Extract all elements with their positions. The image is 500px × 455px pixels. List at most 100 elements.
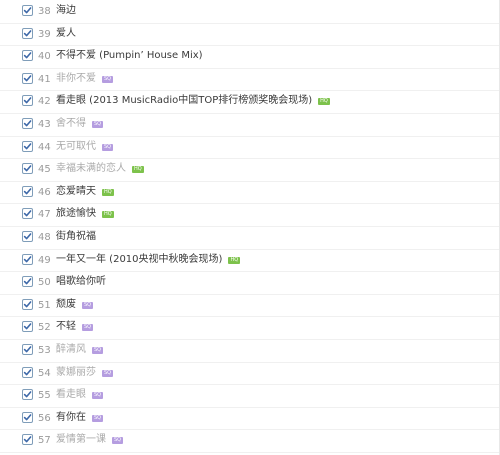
song-title[interactable]: 舍不得 SQ (56, 117, 104, 131)
song-row[interactable]: 38 海边 (0, 1, 499, 24)
song-row[interactable]: 50 唱歌给你听 (0, 272, 499, 295)
track-number: 47 (38, 209, 51, 221)
check-mark-icon (23, 346, 32, 353)
song-row[interactable]: 42 看走眼 (2013 MusicRadio中国TOP排行榜颁奖晚会现场) HQ (0, 91, 499, 114)
song-checkbox[interactable] (22, 72, 33, 84)
song-checkbox[interactable] (22, 276, 33, 288)
song-title-text: 幸福未满的恋人 (56, 163, 126, 175)
song-checkbox[interactable] (22, 163, 33, 175)
song-title[interactable]: 街角祝福 (56, 230, 96, 244)
track-number: 41 (38, 73, 51, 85)
song-checkbox[interactable] (22, 298, 33, 310)
song-checkbox[interactable] (22, 5, 33, 16)
song-title[interactable]: 不轻 SQ (56, 320, 94, 334)
song-checkbox[interactable] (22, 95, 33, 107)
check-mark-icon (23, 278, 32, 285)
song-checkbox[interactable] (22, 321, 33, 333)
check-mark-icon (23, 323, 32, 330)
song-title-text: 海边 (56, 5, 76, 16)
track-number: 42 (38, 96, 51, 108)
check-mark-icon (23, 368, 32, 375)
song-row[interactable]: 41 非你不爱 SQ (0, 69, 499, 92)
song-title-text: 唱歌给你听 (56, 276, 106, 288)
song-title[interactable]: 不得不爱 (Pumpin’ House Mix) (56, 49, 203, 63)
song-checkbox[interactable] (22, 389, 33, 401)
track-number: 49 (38, 254, 51, 266)
song-row[interactable]: 51 颓废 SQ (0, 295, 499, 318)
song-title-text: 非你不爱 (56, 72, 96, 84)
sq-quality-badge: SQ (102, 369, 114, 377)
song-title-text: 恋爱晴天 (56, 185, 96, 197)
song-title[interactable]: 爱人 (56, 27, 76, 41)
song-row[interactable]: 49 一年又一年 (2010央视中秋晚会现场) HQ (0, 250, 499, 273)
sq-quality-badge: SQ (82, 324, 94, 332)
check-mark-icon (23, 210, 32, 217)
song-title[interactable]: 爱情第一课 SQ (56, 433, 124, 447)
song-title[interactable]: 无可取代 SQ (56, 140, 114, 154)
song-row[interactable]: 43 舍不得 SQ (0, 114, 499, 137)
song-title[interactable]: 蒙娜丽莎 SQ (56, 366, 114, 380)
track-number: 53 (38, 345, 51, 356)
track-number: 50 (38, 277, 51, 289)
song-list: 38 海边 39 爱人 40 不得不爱 (Pumpin’ House Mix) 41 非你不爱… (0, 0, 500, 455)
track-number: 52 (38, 322, 51, 334)
song-row[interactable]: 57 爱情第一课 SQ (0, 430, 499, 453)
song-title-text: 旅途愉快 (56, 208, 96, 220)
track-number: 48 (38, 232, 51, 243)
song-row[interactable]: 56 有你在 SQ (0, 408, 499, 431)
check-mark-icon (23, 165, 32, 172)
song-checkbox[interactable] (22, 231, 33, 242)
check-mark-icon (23, 120, 32, 127)
song-title-text: 无可取代 (56, 140, 96, 152)
song-title-text: 蒙娜丽莎 (56, 366, 96, 378)
song-row[interactable]: 53 醉清风 SQ (0, 340, 499, 363)
check-mark-icon (23, 391, 32, 398)
song-row[interactable]: 46 恋爱晴天 HQ (0, 182, 499, 205)
song-checkbox[interactable] (22, 344, 33, 355)
hq-quality-badge: HQ (318, 98, 330, 106)
song-checkbox[interactable] (22, 185, 33, 197)
song-title[interactable]: 一年又一年 (2010央视中秋晚会现场) HQ (56, 253, 241, 267)
song-title[interactable]: 看走眼 (2013 MusicRadio中国TOP排行榜颁奖晚会现场) HQ (56, 94, 330, 108)
check-mark-icon (23, 97, 32, 104)
song-title[interactable]: 看走眼 SQ (56, 388, 104, 402)
hq-quality-badge: HQ (102, 188, 114, 196)
track-number: 43 (38, 119, 51, 130)
song-checkbox[interactable] (22, 118, 33, 129)
song-checkbox[interactable] (22, 208, 33, 220)
song-row[interactable]: 54 蒙娜丽莎 SQ (0, 363, 499, 386)
song-title[interactable]: 幸福未满的恋人 HQ (56, 162, 144, 176)
track-number: 56 (38, 412, 51, 424)
song-row[interactable]: 40 不得不爱 (Pumpin’ House Mix) (0, 46, 499, 69)
song-title[interactable]: 旅途愉快 HQ (56, 207, 114, 221)
song-checkbox[interactable] (22, 411, 33, 423)
song-title-text: 有你在 (56, 411, 86, 423)
song-title[interactable]: 恋爱晴天 HQ (56, 185, 114, 199)
song-title[interactable]: 有你在 SQ (56, 411, 104, 425)
song-checkbox[interactable] (22, 140, 33, 152)
song-title-text: 看走眼 (56, 389, 86, 401)
song-row[interactable]: 44 无可取代 SQ (0, 137, 499, 160)
song-checkbox[interactable] (22, 27, 33, 39)
song-title[interactable]: 唱歌给你听 (56, 275, 106, 289)
song-checkbox[interactable] (22, 50, 33, 62)
song-title[interactable]: 醉清风 SQ (56, 343, 104, 357)
song-checkbox[interactable] (22, 253, 33, 265)
song-title[interactable]: 海边 (56, 4, 76, 18)
song-row[interactable]: 45 幸福未满的恋人 HQ (0, 159, 499, 182)
check-mark-icon (23, 233, 32, 240)
song-checkbox[interactable] (22, 366, 33, 378)
track-number: 44 (38, 141, 51, 153)
song-title[interactable]: 非你不爱 SQ (56, 72, 114, 86)
song-row[interactable]: 47 旅途愉快 HQ (0, 204, 499, 227)
song-row[interactable]: 55 看走眼 SQ (0, 385, 499, 408)
song-row[interactable]: 52 不轻 SQ (0, 317, 499, 340)
song-row[interactable]: 39 爱人 (0, 24, 499, 47)
song-title[interactable]: 颓废 SQ (56, 298, 94, 312)
track-number: 39 (38, 28, 51, 40)
song-row[interactable]: 48 街角祝福 (0, 227, 499, 250)
song-checkbox[interactable] (22, 434, 33, 446)
song-title-text: 爱情第一课 (56, 434, 106, 446)
track-number: 54 (38, 367, 51, 379)
hq-quality-badge: HQ (102, 211, 114, 219)
